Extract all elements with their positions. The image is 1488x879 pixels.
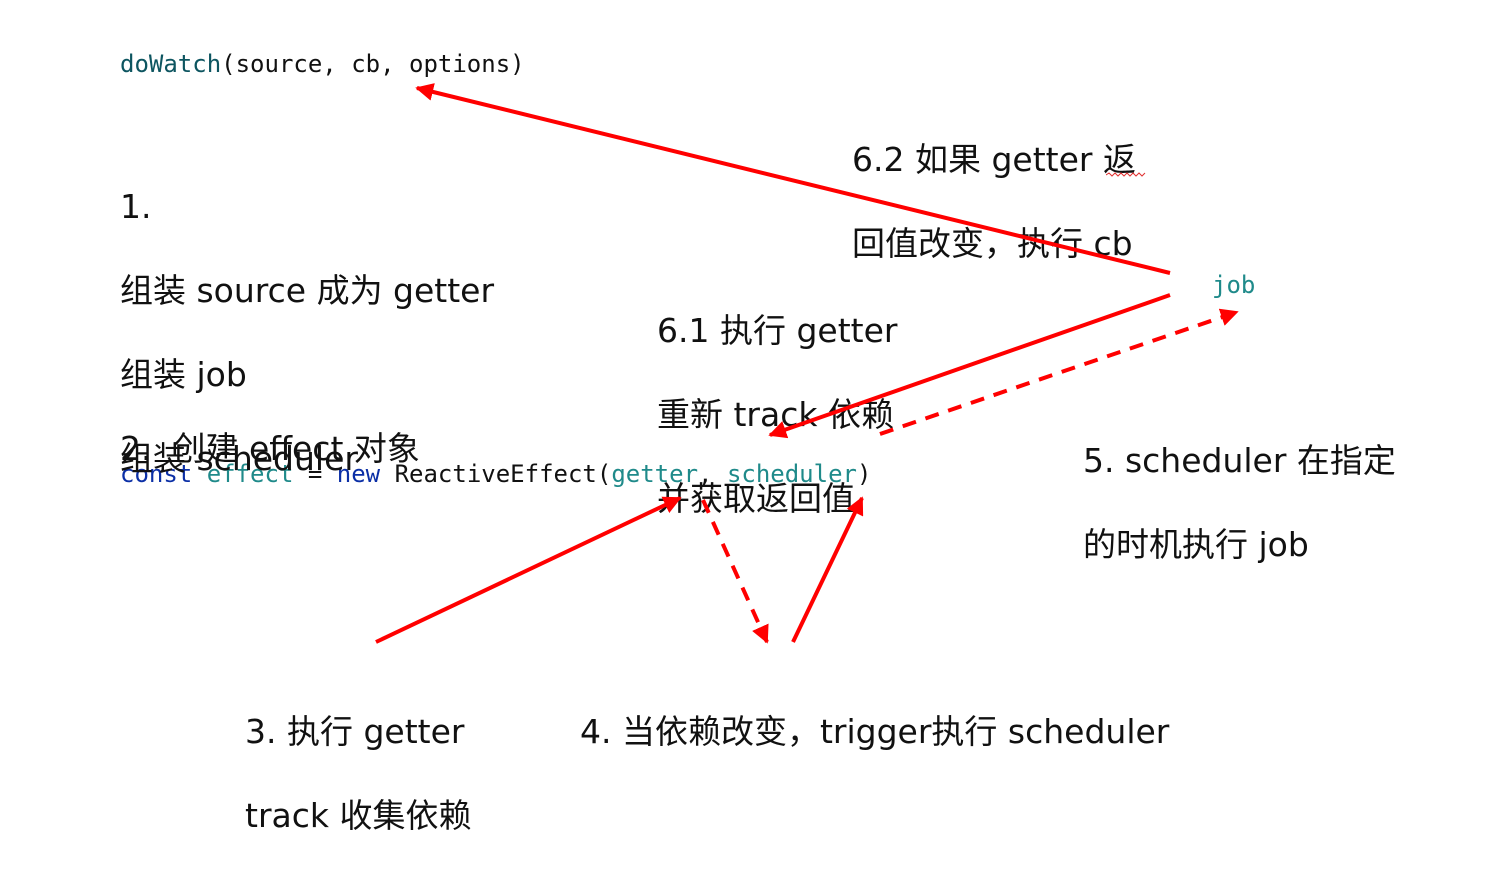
arrow-step-3 — [375, 496, 682, 644]
arrows-layer — [375, 83, 1239, 644]
arrow-step-4-dashed — [701, 499, 769, 644]
arrow-step-5-dashed — [879, 308, 1239, 436]
arrow-step-6-2 — [415, 83, 1171, 275]
arrow-step-6-1 — [768, 293, 1171, 439]
arrow-step-4-scheduler — [791, 496, 864, 643]
